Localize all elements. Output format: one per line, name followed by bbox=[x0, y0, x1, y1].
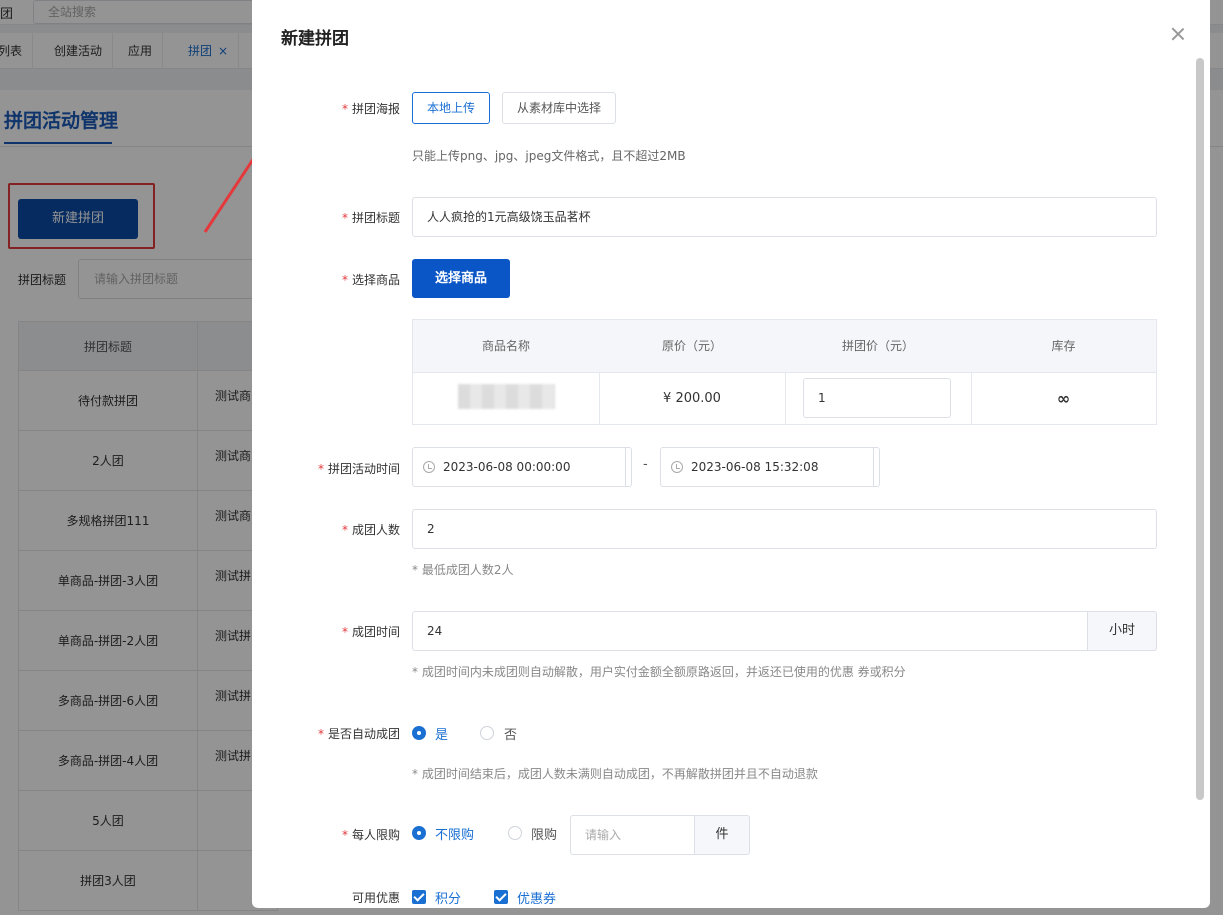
column-header-stock: 库存 bbox=[1051, 339, 1076, 353]
points-label[interactable]: 积分 bbox=[435, 888, 461, 907]
required-mark: * bbox=[317, 462, 324, 476]
group-duration-input[interactable]: 24 bbox=[412, 611, 1089, 651]
product-name-blurred bbox=[458, 384, 555, 409]
time-separator: - bbox=[643, 457, 648, 472]
auto-group-label: * 是否自动成团 bbox=[290, 725, 400, 742]
divider bbox=[785, 373, 786, 425]
coupon-checkbox[interactable] bbox=[494, 890, 508, 904]
select-product-label-text: 选择商品 bbox=[351, 273, 400, 287]
end-time-picker[interactable]: 2023-06-08 15:32:08 bbox=[660, 447, 880, 487]
clock-icon bbox=[671, 461, 683, 473]
end-time-value: 2023-06-08 15:32:08 bbox=[691, 460, 819, 474]
choose-from-library-button[interactable]: 从素材库中选择 bbox=[502, 92, 617, 124]
discount-label: 可用优惠 bbox=[290, 889, 400, 906]
activity-time-label: * 拼团活动时间 bbox=[290, 460, 400, 477]
scrollbar[interactable] bbox=[1196, 58, 1204, 800]
unlimited-radio[interactable] bbox=[412, 826, 426, 840]
poster-label-text: 拼团海报 bbox=[351, 102, 400, 116]
unlimited-label[interactable]: 不限购 bbox=[435, 824, 474, 843]
picker-edge bbox=[625, 448, 629, 486]
column-header-name: 商品名称 bbox=[481, 339, 530, 353]
required-mark: * bbox=[341, 625, 348, 639]
hours-unit-addon: 小时 bbox=[1087, 611, 1157, 651]
pieces-unit-addon: 件 bbox=[694, 815, 750, 855]
coupon-label[interactable]: 优惠券 bbox=[517, 888, 556, 907]
required-mark: * bbox=[341, 828, 348, 842]
original-price-cell: ¥ 200.00 bbox=[663, 391, 721, 406]
clock-icon bbox=[423, 461, 435, 473]
group-duration-label-text: 成团时间 bbox=[351, 625, 400, 639]
product-table: 商品名称 原价（元） 拼团价（元） 库存 ¥ 200.00 1 ∞ bbox=[412, 319, 1157, 425]
required-mark: * bbox=[341, 211, 348, 225]
limited-radio[interactable] bbox=[508, 826, 522, 840]
column-header-group-price: 拼团价（元） bbox=[841, 339, 914, 353]
required-mark: * bbox=[341, 102, 348, 116]
upload-local-button[interactable]: 本地上传 bbox=[412, 92, 491, 124]
group-size-hint: * 最低成团人数2人 bbox=[412, 563, 514, 577]
group-price-input[interactable]: 1 bbox=[803, 378, 951, 418]
discount-label-text: 可用优惠 bbox=[351, 891, 400, 905]
product-table-header: 商品名称 原价（元） 拼团价（元） 库存 bbox=[413, 320, 1156, 373]
limited-label[interactable]: 限购 bbox=[531, 824, 557, 843]
group-title-label-text: 拼团标题 bbox=[351, 211, 400, 225]
auto-group-yes-label[interactable]: 是 bbox=[435, 724, 448, 743]
auto-group-hint: * 成团时间结束后，成团人数未满则自动成团，不再解散拼团并且不自动退款 bbox=[412, 767, 818, 781]
start-time-picker[interactable]: 2023-06-08 00:00:00 bbox=[412, 447, 632, 487]
auto-group-label-text: 是否自动成团 bbox=[327, 727, 400, 741]
dialog-title: 新建拼团 bbox=[281, 29, 349, 49]
required-mark: * bbox=[341, 273, 348, 287]
group-size-label-text: 成团人数 bbox=[351, 523, 400, 537]
group-title-label: * 拼团标题 bbox=[290, 209, 400, 226]
group-duration-label: * 成团时间 bbox=[290, 623, 400, 640]
auto-group-yes-radio[interactable] bbox=[412, 726, 426, 740]
auto-group-no-label[interactable]: 否 bbox=[504, 724, 517, 743]
close-icon[interactable] bbox=[1171, 27, 1185, 41]
group-size-input[interactable]: 2 bbox=[412, 509, 1157, 549]
auto-group-no-radio[interactable] bbox=[480, 726, 494, 740]
required-mark: * bbox=[341, 523, 348, 537]
stock-cell: ∞ bbox=[1056, 389, 1071, 408]
required-mark: * bbox=[317, 727, 324, 741]
purchase-limit-label: * 每人限购 bbox=[290, 826, 400, 843]
purchase-limit-label-text: 每人限购 bbox=[351, 828, 400, 842]
picker-edge bbox=[873, 448, 877, 486]
points-checkbox[interactable] bbox=[412, 890, 426, 904]
activity-time-label-text: 拼团活动时间 bbox=[327, 462, 400, 476]
group-duration-hint: * 成团时间内未成团则自动解散，用户实付金额全额原路返回，并返还已使用的优惠 券… bbox=[412, 665, 906, 679]
group-title-input[interactable]: 人人疯抢的1元高级饶玉品茗杯 bbox=[412, 197, 1157, 237]
start-time-value: 2023-06-08 00:00:00 bbox=[443, 460, 571, 474]
new-group-buy-dialog: 新建拼团 * 拼团海报 本地上传 从素材库中选择 只能上传png、jpg、jpeg… bbox=[252, 0, 1210, 908]
poster-hint: 只能上传png、jpg、jpeg文件格式，且不超过2MB bbox=[412, 149, 686, 163]
group-size-label: * 成团人数 bbox=[290, 521, 400, 538]
select-product-button[interactable]: 选择商品 bbox=[412, 259, 510, 298]
column-header-original-price: 原价（元） bbox=[661, 339, 722, 353]
poster-label: * 拼团海报 bbox=[290, 100, 400, 117]
limit-quantity-input[interactable]: 请输入 bbox=[570, 815, 696, 855]
select-product-label: * 选择商品 bbox=[290, 271, 400, 288]
